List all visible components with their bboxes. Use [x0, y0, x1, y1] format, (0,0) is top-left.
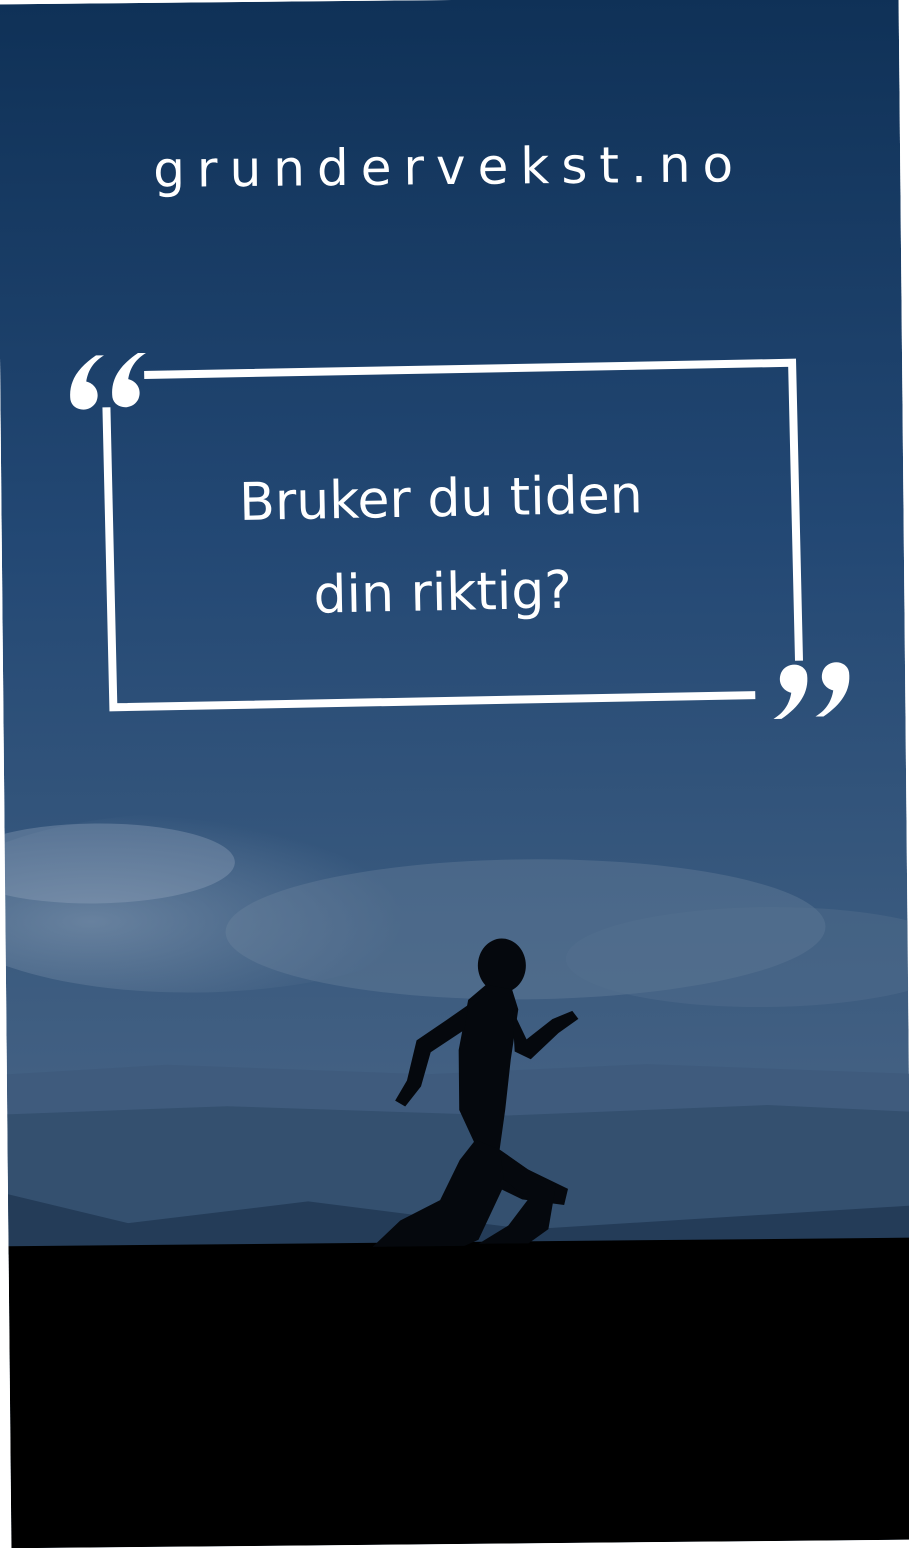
quote-line-1: Bruker du tiden [238, 465, 644, 533]
quote-frame [70, 352, 850, 719]
close-quote-icon [773, 662, 850, 719]
quote-text: Bruker du tiden din riktig? [120, 446, 763, 646]
poster: grundervekst.no Bruker du tiden din rikt… [0, 0, 909, 1548]
open-quote-icon [70, 352, 146, 410]
quote-line-2: din riktig? [313, 560, 573, 626]
